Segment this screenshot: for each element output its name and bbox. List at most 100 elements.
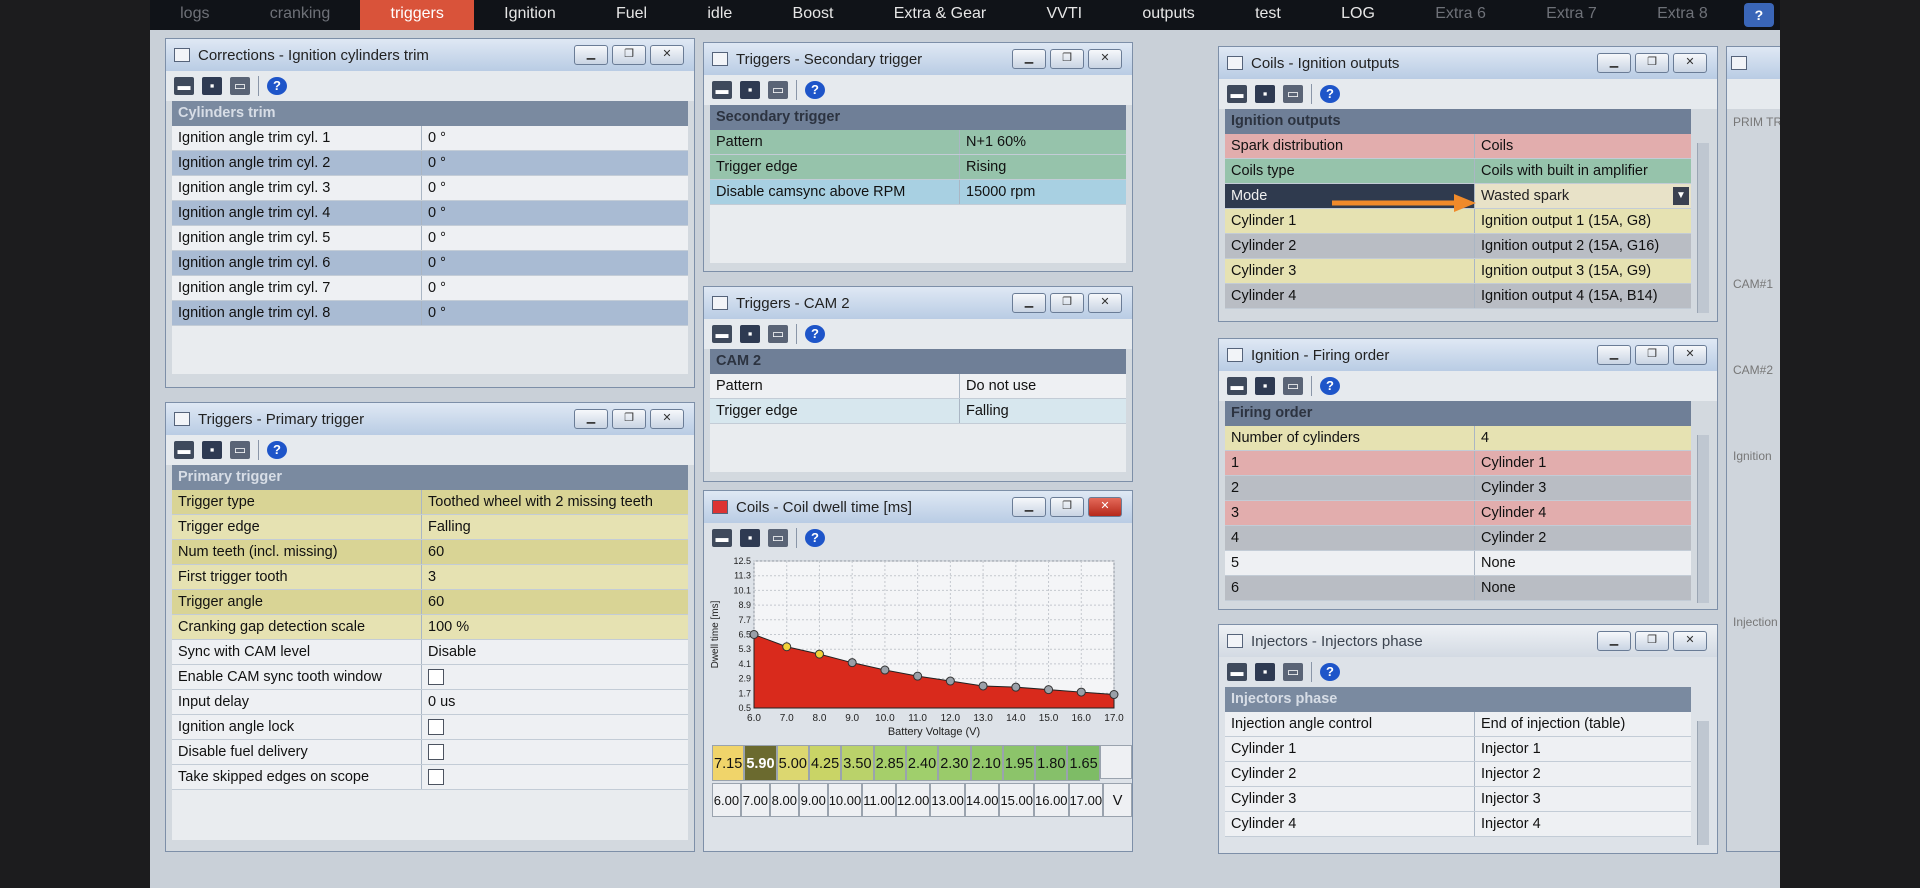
- open-folder-icon[interactable]: ▬: [712, 529, 732, 547]
- tab-idle[interactable]: idle: [677, 0, 762, 30]
- window-icon[interactable]: ▭: [230, 441, 250, 459]
- table-row[interactable]: Number of cylinders 4: [1225, 426, 1691, 451]
- minimize-icon[interactable]: ▁: [1012, 293, 1046, 313]
- table-row[interactable]: Ignition angle trim cyl. 10 °: [172, 126, 688, 151]
- row-value[interactable]: Injector 4: [1475, 812, 1691, 836]
- dwell-chart[interactable]: 12.5 11.3 10.1 8.9 7.7 6.5 5.3 4.1 2.9 1.7 0.56.0 7…: [704, 553, 1132, 738]
- help-icon[interactable]: ?: [805, 529, 825, 547]
- save-icon[interactable]: ▪: [202, 77, 222, 95]
- row-value[interactable]: Injector 2: [1475, 762, 1691, 786]
- row-value[interactable]: 0 °: [422, 126, 688, 150]
- dwell-value-cell[interactable]: 5.00: [776, 745, 809, 781]
- row-value[interactable]: Injector 1: [1475, 737, 1691, 761]
- table-row[interactable]: Trigger edge Rising: [710, 155, 1126, 180]
- window-titlebar[interactable]: Ignition - Firing order ▁ ❐ ✕: [1219, 339, 1717, 371]
- row-value[interactable]: 0 °: [422, 226, 688, 250]
- save-icon[interactable]: ▪: [1255, 85, 1275, 103]
- open-folder-icon[interactable]: ▬: [1227, 85, 1247, 103]
- row-value[interactable]: None: [1475, 576, 1691, 600]
- table-row[interactable]: Cylinder 3 Ignition output 3 (15A, G9): [1225, 259, 1691, 284]
- minimize-icon[interactable]: ▁: [1597, 345, 1631, 365]
- table-row[interactable]: Ignition angle lock: [172, 715, 688, 740]
- voltage-axis-cell[interactable]: 10.00: [827, 783, 863, 817]
- open-folder-icon[interactable]: ▬: [1227, 377, 1247, 395]
- save-icon[interactable]: ▪: [1255, 663, 1275, 681]
- scrollbar[interactable]: [1697, 721, 1709, 845]
- close-icon[interactable]: ✕: [650, 45, 684, 65]
- table-row[interactable]: Ignition angle trim cyl. 20 °: [172, 151, 688, 176]
- close-icon[interactable]: ✕: [1088, 497, 1122, 517]
- open-folder-icon[interactable]: ▬: [712, 325, 732, 343]
- tab-boost[interactable]: Boost: [762, 0, 863, 30]
- window-icon[interactable]: ▭: [1283, 85, 1303, 103]
- row-value[interactable]: 0 °: [422, 176, 688, 200]
- scrollbar[interactable]: [1697, 143, 1709, 313]
- table-row[interactable]: Cylinder 2 Ignition output 2 (15A, G16): [1225, 234, 1691, 259]
- row-value[interactable]: Coils: [1475, 134, 1691, 158]
- save-icon[interactable]: ▪: [740, 325, 760, 343]
- window-titlebar[interactable]: [1727, 47, 1780, 79]
- tab-outputs[interactable]: outputs: [1112, 0, 1225, 30]
- row-value[interactable]: 0 °: [422, 201, 688, 225]
- minimize-icon[interactable]: ▁: [574, 409, 608, 429]
- row-value[interactable]: Injector 3: [1475, 787, 1691, 811]
- row-value[interactable]: Cylinder 4: [1475, 501, 1691, 525]
- row-value[interactable]: Ignition output 1 (15A, G8): [1475, 209, 1691, 233]
- tab-test[interactable]: test: [1225, 0, 1311, 30]
- row-value[interactable]: Rising: [960, 155, 1126, 179]
- help-icon[interactable]: ?: [1320, 377, 1340, 395]
- dwell-value-cell[interactable]: 1.95: [1002, 745, 1036, 781]
- row-value[interactable]: Disable: [422, 640, 688, 664]
- tab-extra-8[interactable]: Extra 8: [1627, 0, 1738, 30]
- tab-vvti[interactable]: VVTI: [1016, 0, 1112, 30]
- close-icon[interactable]: ✕: [1673, 345, 1707, 365]
- voltage-axis-cell[interactable]: 9.00: [798, 783, 828, 817]
- cam-sync-window-checkbox[interactable]: [428, 669, 444, 685]
- row-value[interactable]: Ignition output 4 (15A, B14): [1475, 284, 1691, 308]
- window-titlebar[interactable]: Coils - Ignition outputs ▁ ❐ ✕: [1219, 47, 1717, 79]
- voltage-axis-cell[interactable]: 8.00: [769, 783, 799, 817]
- table-row[interactable]: Pattern Do not use: [710, 374, 1126, 399]
- save-icon[interactable]: ▪: [202, 441, 222, 459]
- table-row[interactable]: Disable fuel delivery: [172, 740, 688, 765]
- row-value[interactable]: Ignition output 2 (15A, G16): [1475, 234, 1691, 258]
- row-value[interactable]: 15000 rpm: [960, 180, 1126, 204]
- dwell-value-cell[interactable]: 2.10: [970, 745, 1003, 781]
- row-value[interactable]: 0 °: [422, 276, 688, 300]
- help-icon[interactable]: ?: [267, 77, 287, 95]
- row-value[interactable]: 0 °: [422, 301, 688, 325]
- table-row[interactable]: Cranking gap detection scale 100 %: [172, 615, 688, 640]
- window-icon[interactable]: ▭: [230, 77, 250, 95]
- window-icon[interactable]: ▭: [768, 529, 788, 547]
- voltage-axis-cell[interactable]: 13.00: [930, 783, 965, 817]
- tab-extra-6[interactable]: Extra 6: [1405, 0, 1516, 30]
- maximize-icon[interactable]: ❐: [1050, 49, 1084, 69]
- help-icon[interactable]: ?: [1320, 663, 1340, 681]
- table-row[interactable]: Spark distribution Coils: [1225, 134, 1691, 159]
- row-value[interactable]: Cylinder 1: [1475, 451, 1691, 475]
- voltage-axis-cell[interactable]: 11.00: [862, 783, 896, 817]
- save-icon[interactable]: ▪: [740, 81, 760, 99]
- table-row[interactable]: Ignition angle trim cyl. 60 °: [172, 251, 688, 276]
- close-icon[interactable]: ✕: [1088, 293, 1122, 313]
- table-row[interactable]: Ignition angle trim cyl. 40 °: [172, 201, 688, 226]
- tab-triggers[interactable]: triggers: [360, 0, 474, 30]
- table-row[interactable]: Enable CAM sync tooth window: [172, 665, 688, 690]
- row-value[interactable]: Falling: [960, 399, 1126, 423]
- table-row[interactable]: Trigger type Toothed wheel with 2 missing…: [172, 490, 688, 515]
- voltage-axis-cell[interactable]: 15.00: [999, 783, 1034, 817]
- table-row[interactable]: Ignition angle trim cyl. 80 °: [172, 301, 688, 326]
- window-titlebar[interactable]: Triggers - Primary trigger ▁ ❐ ✕: [166, 403, 694, 435]
- table-row[interactable]: Disable camsync above RPM 15000 rpm: [710, 180, 1126, 205]
- dwell-value-cell[interactable]: 3.50: [841, 745, 874, 781]
- table-row[interactable]: Trigger edge Falling: [172, 515, 688, 540]
- maximize-icon[interactable]: ❐: [1635, 53, 1669, 73]
- open-folder-icon[interactable]: ▬: [174, 77, 194, 95]
- table-row[interactable]: Coils type Coils with built in amplifier: [1225, 159, 1691, 184]
- table-row[interactable]: Cylinder 1 Injector 1: [1225, 737, 1691, 762]
- close-icon[interactable]: ✕: [1673, 631, 1707, 651]
- row-value[interactable]: Ignition output 3 (15A, G9): [1475, 259, 1691, 283]
- maximize-icon[interactable]: ❐: [1635, 631, 1669, 651]
- row-value[interactable]: 4: [1475, 426, 1691, 450]
- dwell-value-cell[interactable]: 1.65: [1067, 745, 1100, 781]
